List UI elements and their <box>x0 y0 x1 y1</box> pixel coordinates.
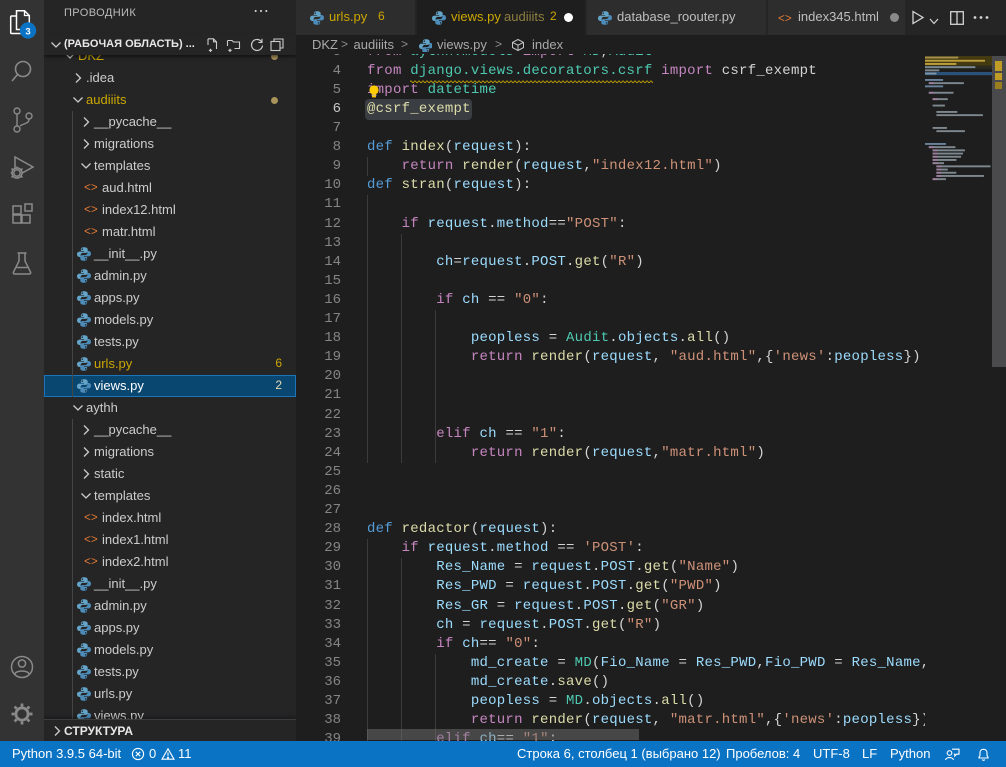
svg-text:3: 3 <box>25 26 30 37</box>
